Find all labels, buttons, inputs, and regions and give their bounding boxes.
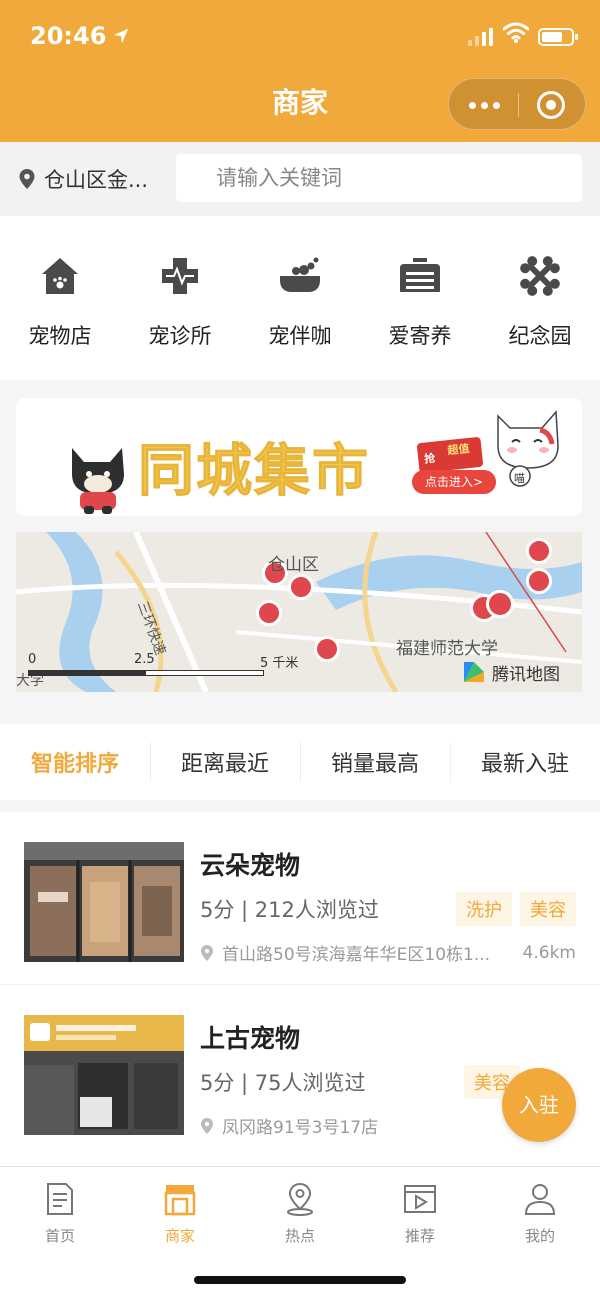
banner-enter-button[interactable]: 点击进入>: [412, 470, 496, 494]
home-indicator: [194, 1276, 406, 1284]
map-pin-icon: [19, 169, 35, 189]
category-label: 纪念园: [508, 324, 572, 348]
scale-bar: [28, 670, 264, 676]
location-arrow-icon: [114, 28, 129, 44]
shop-photo: [24, 842, 184, 962]
nav-home[interactable]: 首页: [0, 1167, 120, 1300]
search-bar: 仓山区金... 请输入关键词: [0, 142, 600, 216]
nav-label: 商家: [164, 1227, 195, 1245]
category-label: 爱寄养: [388, 324, 452, 348]
map-pin[interactable]: [314, 636, 340, 662]
nav-label: 首页: [44, 1227, 75, 1245]
video-play-icon: [404, 1185, 436, 1213]
search-input[interactable]: 请输入关键词: [176, 154, 582, 202]
envelope-value-text: 超值: [446, 441, 471, 458]
tab-top-sales[interactable]: 销量最高: [300, 724, 450, 800]
pet-bath-icon: [280, 257, 320, 292]
tencent-map-logo-icon: [464, 662, 484, 682]
city-market-banner[interactable]: 同城集市 抢 超值 点击进入> 喵: [16, 398, 582, 516]
location-selector[interactable]: 仓山区金...: [18, 164, 148, 194]
location-text: 仓山区金...: [44, 168, 149, 192]
tab-nearest[interactable]: 距离最近: [150, 724, 300, 800]
shop-card[interactable]: 云朵宠物 5分 | 212人浏览过 洗护 美容 首山路50号滨海嘉年华E区10栋…: [0, 812, 600, 996]
cat-speech-text: 喵: [514, 472, 525, 485]
shop-meta: 5分 | 75人浏览过: [200, 1071, 366, 1095]
scale-zero: 0: [28, 652, 37, 667]
map-pin[interactable]: [526, 568, 552, 594]
top-bar: 20:46 商家: [0, 0, 600, 142]
wifi-icon: [503, 22, 529, 43]
shop-distance: 4.6km: [522, 942, 576, 963]
tab-newest[interactable]: 最新入驻: [450, 724, 600, 800]
shop-name: 云朵宠物: [200, 851, 301, 880]
shop-map[interactable]: 仓山区 福建师范大学 三环快速 大学 0 2.5 5 千米 腾讯地图: [16, 532, 582, 692]
shop-icon: [164, 1185, 196, 1216]
medical-cross-icon: [162, 258, 198, 294]
storefront-image: [24, 842, 184, 962]
tab-smart-sort[interactable]: 智能排序: [0, 724, 150, 800]
category-grid: 宠物店 宠诊所 宠伴咖 爱寄养 纪念园: [0, 216, 600, 380]
storefront-image: [24, 1015, 184, 1135]
mini-program-capsule: [448, 78, 586, 130]
shop-tag: 美容: [520, 892, 576, 926]
shop-card[interactable]: 上古宠物 5分 | 75人浏览过 美容 凤冈路91号3号17店: [0, 984, 600, 1168]
nav-label: 热点: [284, 1227, 315, 1245]
map-label-university: 福建师范大学: [396, 639, 498, 659]
user-icon: [524, 1184, 556, 1215]
battery-icon: [538, 28, 578, 46]
shop-address-text: 首山路50号滨海嘉年华E区10栋1...: [222, 945, 491, 965]
category-label: 宠诊所: [148, 324, 212, 348]
status-time-text: 20:46: [30, 22, 107, 50]
nav-label: 我的: [524, 1227, 555, 1245]
category-pet-shop[interactable]: 宠物店: [0, 216, 120, 380]
category-cafe[interactable]: 宠伴咖: [240, 216, 360, 380]
map-brand: 腾讯地图: [460, 658, 560, 686]
cat-illustration: [497, 410, 559, 487]
close-mini-program-button[interactable]: [537, 91, 565, 119]
status-time: 20:46: [30, 22, 130, 50]
category-memorial[interactable]: 纪念园: [480, 216, 600, 380]
capsule-divider: [518, 93, 519, 117]
red-envelope-icon: 抢 超值: [416, 436, 484, 474]
location-pin-icon: [287, 1182, 313, 1216]
shop-meta: 5分 | 212人浏览过: [200, 898, 379, 922]
shop-photo: [24, 1015, 184, 1135]
category-label: 宠物店: [28, 324, 92, 348]
map-pin[interactable]: [486, 590, 514, 618]
category-label: 宠伴咖: [268, 324, 332, 348]
map-pin[interactable]: [288, 574, 314, 600]
scale-end: 5 千米: [260, 656, 299, 671]
map-label-district: 仓山区: [268, 555, 319, 575]
bone-cross-icon: [520, 256, 560, 296]
join-merchant-button[interactable]: 入驻: [502, 1068, 576, 1142]
banner-title: 同城集市: [138, 439, 370, 505]
shop-name: 上古宠物: [200, 1024, 301, 1053]
shiba-dog-illustration: [72, 448, 124, 514]
map-brand-text: 腾讯地图: [492, 664, 560, 685]
address-pin-icon: [201, 1117, 213, 1134]
map-pin[interactable]: [256, 600, 282, 626]
more-options-button[interactable]: [449, 79, 519, 131]
status-bar: 20:46: [0, 0, 600, 76]
category-clinic[interactable]: 宠诊所: [120, 216, 240, 380]
shop-tags: 洗护 美容: [456, 892, 576, 926]
nav-label: 推荐: [404, 1227, 435, 1245]
cellular-signal-icon: [468, 26, 493, 46]
shop-tag: 洗护: [456, 892, 512, 926]
pet-carrier-icon: [400, 258, 440, 292]
shop-address: 首山路50号滨海嘉年华E区10栋1... 4.6km: [200, 940, 576, 965]
envelope-grab-text: 抢: [423, 451, 436, 466]
sort-tabs: 智能排序 距离最近 销量最高 最新入驻: [0, 724, 600, 800]
address-pin-icon: [201, 944, 213, 961]
category-boarding[interactable]: 爱寄养: [360, 216, 480, 380]
nav-mine[interactable]: 我的: [480, 1167, 600, 1300]
scale-mid: 2.5: [134, 652, 155, 667]
document-icon: [47, 1183, 73, 1215]
pet-house-icon: [42, 258, 78, 294]
map-pin[interactable]: [526, 538, 552, 564]
